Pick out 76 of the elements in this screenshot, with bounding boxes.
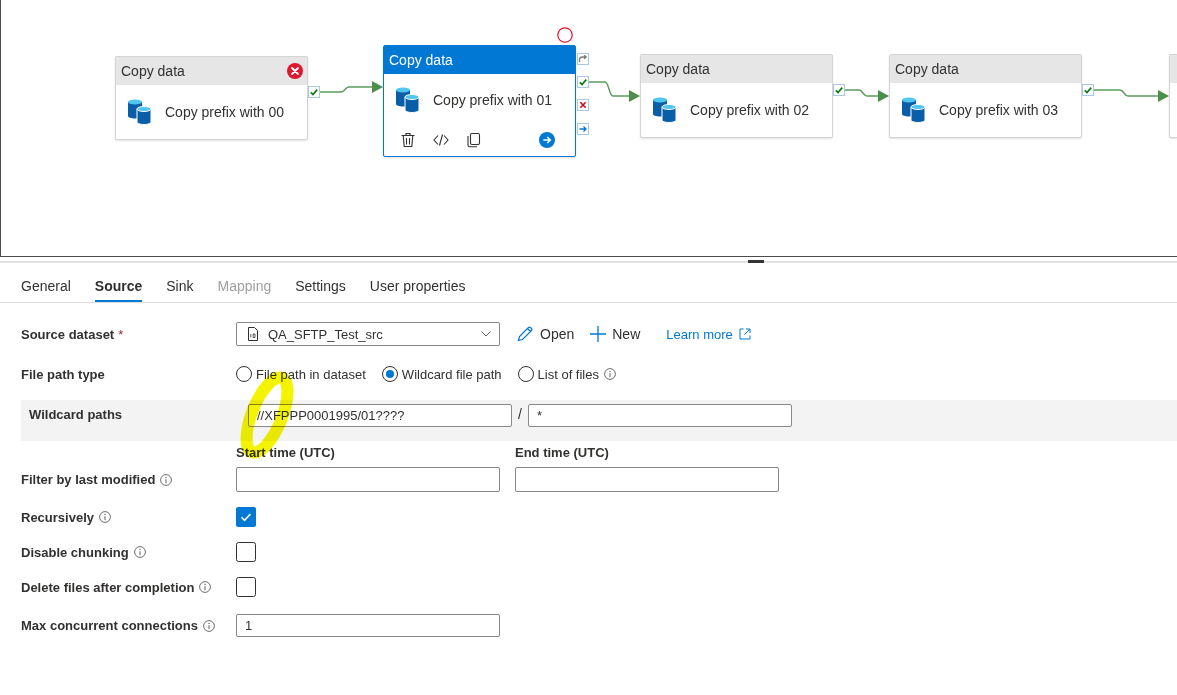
info-icon[interactable]: [199, 581, 212, 593]
tab[interactable]: User properties: [369, 263, 466, 302]
field-label: Delete files after completion: [21, 579, 195, 595]
pencil-icon: [516, 325, 534, 343]
field-label: Source dataset *: [21, 326, 124, 342]
tab[interactable]: Source: [94, 263, 143, 302]
field-label: Max concurrent connections: [21, 618, 198, 633]
splitter-handle[interactable]: [748, 260, 764, 263]
database-icon: [653, 97, 677, 123]
help-link[interactable]: Learn more: [666, 326, 751, 342]
edit-button[interactable]: Open: [516, 325, 575, 343]
check-icon[interactable]: [833, 84, 845, 96]
database-icon: [128, 99, 152, 125]
check-icon[interactable]: [308, 86, 320, 98]
code-icon[interactable]: [433, 132, 449, 148]
tab[interactable]: Settings: [295, 263, 346, 302]
connector-arrow: [844, 89, 889, 102]
copy-icon[interactable]: [466, 132, 482, 148]
checkbox[interactable]: [236, 577, 256, 597]
activity-name: Copy prefix with 01: [433, 92, 553, 108]
info-icon[interactable]: [160, 473, 173, 486]
database-icon: [902, 97, 926, 123]
database-icon: [396, 87, 420, 113]
activity-type-label: Copy data: [646, 61, 710, 77]
checkbox[interactable]: [236, 542, 256, 562]
activity-node[interactable]: Copy data Copy prefix with 00: [115, 56, 308, 140]
dataset-dropdown[interactable]: QA_SFTP_Test_src: [236, 322, 500, 346]
checkbox[interactable]: [236, 507, 256, 527]
activity-node[interactable]: Copy data Copy prefix with 01: [383, 45, 576, 157]
activity-type-label: Copy data: [895, 61, 959, 77]
arrow-right-circle-icon[interactable]: [539, 132, 555, 148]
activity-node[interactable]: Copy data Copy prefix with 02: [640, 54, 833, 138]
radio-option[interactable]: List of files: [517, 366, 599, 382]
field-label: Recursively: [21, 509, 94, 525]
file-icon: [247, 327, 259, 341]
start-time-input[interactable]: [236, 467, 500, 492]
plus-icon: [590, 326, 607, 342]
text-field[interactable]: 1: [236, 614, 500, 637]
radio-circle[interactable]: [381, 366, 398, 382]
radio-option[interactable]: File path in dataset: [236, 366, 366, 382]
radio-option[interactable]: Wildcard file path: [381, 366, 502, 382]
external-link-icon: [738, 328, 751, 340]
activity-name: Copy prefix with 00: [165, 104, 285, 120]
end-time-input[interactable]: [515, 467, 779, 492]
activity-node[interactable]: Copy data Copy prefix with 03: [889, 54, 1082, 138]
cross-icon[interactable]: [577, 99, 589, 111]
info-icon[interactable]: [133, 546, 146, 558]
radio-circle[interactable]: [236, 366, 252, 382]
info-icon[interactable]: [99, 511, 111, 523]
curved-arrow-icon[interactable]: [577, 53, 589, 65]
activity-name: Copy prefix with 02: [690, 102, 810, 118]
field-label: Filter by last modified: [21, 472, 156, 487]
path-separator: /: [518, 406, 522, 422]
circle-mark-icon: [557, 27, 573, 43]
activity-node[interactable]: [1169, 54, 1177, 138]
info-icon[interactable]: [604, 368, 616, 380]
tab[interactable]: Sink: [166, 263, 194, 302]
check-icon[interactable]: [577, 76, 589, 88]
trash-icon[interactable]: [400, 132, 416, 148]
activity-name: Copy prefix with 03: [939, 102, 1059, 118]
field-label: Wildcard paths: [29, 406, 123, 422]
arrow-right-icon[interactable]: [577, 123, 589, 135]
field-label: File path type: [21, 366, 105, 382]
tab[interactable]: General: [21, 263, 71, 302]
info-icon[interactable]: [203, 619, 215, 632]
file-name-input[interactable]: *: [527, 404, 792, 427]
chevron-down-icon: [481, 331, 491, 337]
connector-arrow: [588, 81, 640, 102]
end-time-label: End time (UTC): [515, 445, 610, 460]
add-button[interactable]: New: [590, 326, 641, 342]
activity-type-label: Copy data: [389, 52, 453, 68]
activity-type-label: Copy data: [121, 63, 185, 79]
check-icon[interactable]: [1082, 84, 1094, 96]
field-label: Disable chunking: [21, 544, 129, 560]
radio-circle[interactable]: [517, 366, 534, 382]
connector-arrow: [319, 81, 383, 93]
